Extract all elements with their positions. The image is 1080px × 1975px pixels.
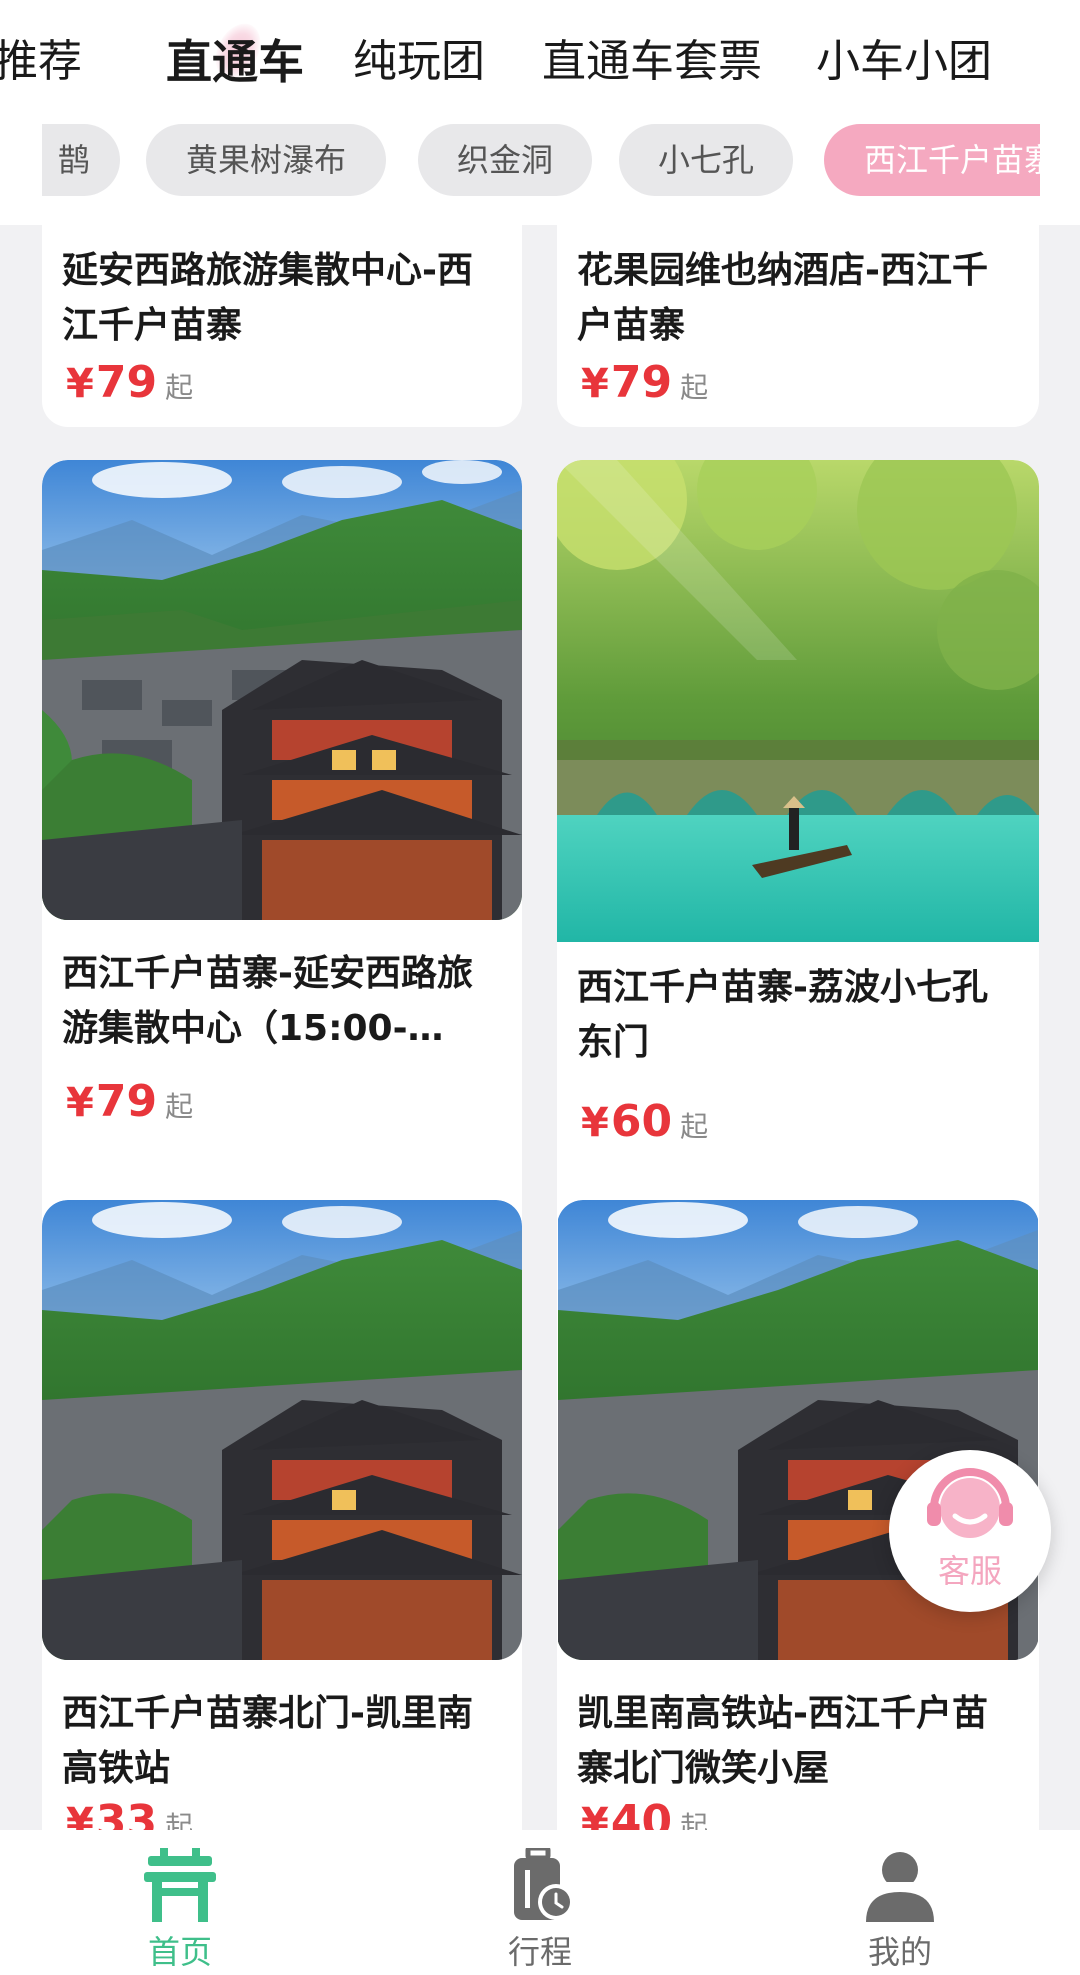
miao-village-photo — [42, 1200, 522, 1660]
price-currency: ¥ — [581, 1100, 609, 1146]
route-price: ¥33 起 — [66, 1796, 193, 1830]
route-photo — [42, 1200, 522, 1660]
price-currency: ¥ — [581, 1800, 609, 1830]
category-tabs: 推荐 直通车 纯玩团 直通车套票 小车小团 — [0, 22, 1080, 102]
route-title: 西江千户苗寨-荔波小七孔东门 — [577, 967, 988, 1063]
nav-profile[interactable]: 我的 — [800, 1848, 1000, 1973]
tab-recommend[interactable]: 推荐 — [0, 34, 82, 90]
top-nav-area: 推荐 直通车 纯玩团 直通车套票 小车小团 鹊 黄果树瀑布 织金洞 小七孔 西江… — [0, 0, 1080, 225]
route-photo — [42, 460, 522, 920]
price-currency: ¥ — [66, 1080, 94, 1126]
price-currency: ¥ — [66, 1800, 94, 1830]
price-value: 79 — [610, 357, 673, 408]
price-suffix: 起 — [165, 1810, 194, 1830]
price-value: 40 — [610, 1796, 673, 1830]
nav-itinerary-label: 行程 — [507, 1933, 572, 1971]
miao-village-photo — [42, 460, 522, 920]
tab-express-bus[interactable]: 直通车 — [166, 34, 304, 90]
route-card[interactable]: 延安西路旅游集散中心-西江千户苗寨 ¥79 起 — [42, 225, 522, 427]
route-title: 西江千户苗寨-延安西路旅游集散中心（15:00-16:… — [62, 953, 473, 1049]
route-title: 西江千户苗寨北门-凯里南高铁站 — [62, 1693, 473, 1789]
nav-home-label: 首页 — [147, 1933, 212, 1971]
chip-zhijindong[interactable]: 织金洞 — [418, 124, 592, 196]
luggage-clock-icon — [514, 1848, 574, 1920]
price-value: 60 — [610, 1096, 673, 1147]
route-price: ¥40 起 — [581, 1796, 708, 1830]
home-gate-icon — [144, 1848, 216, 1922]
price-suffix: 起 — [165, 1090, 194, 1123]
chip-xiaoqikong[interactable]: 小七孔 — [619, 124, 793, 196]
bottom-nav: 首页 行程 我的 — [0, 1830, 1080, 1975]
route-card[interactable]: 花果园维也纳酒店-西江千户苗寨 ¥79 起 — [557, 225, 1039, 427]
headset-icon — [927, 1468, 1013, 1538]
price-currency: ¥ — [66, 361, 94, 407]
price-suffix: 起 — [680, 1810, 709, 1830]
price-value: 33 — [95, 1796, 158, 1830]
destination-chips: 鹊 黄果树瀑布 织金洞 小七孔 西江千户苗寨 — [42, 122, 1040, 198]
route-price: ¥79 起 — [66, 357, 193, 408]
route-title: 延安西路旅游集散中心-西江千户苗寨 — [62, 250, 473, 346]
route-card[interactable]: 西江千户苗寨北门-凯里南高铁站 ¥33 起 — [42, 1200, 522, 1830]
price-value: 79 — [95, 1076, 158, 1127]
route-title: 花果园维也纳酒店-西江千户苗寨 — [577, 250, 988, 346]
customer-service-label: 客服 — [937, 1552, 1002, 1590]
price-suffix: 起 — [680, 371, 709, 404]
nav-profile-label: 我的 — [867, 1933, 932, 1971]
price-currency: ¥ — [581, 361, 609, 407]
customer-service-button[interactable]: 客服 — [889, 1450, 1051, 1612]
route-photo — [557, 460, 1039, 942]
user-icon — [866, 1852, 934, 1922]
route-title: 凯里南高铁站-西江千户苗寨北门微笑小屋 — [577, 1693, 988, 1789]
chip-huangguoshu[interactable]: 黄果树瀑布 — [146, 124, 386, 196]
tab-express-bus-package[interactable]: 直通车套票 — [542, 34, 762, 90]
tab-small-group[interactable]: 小车小团 — [816, 34, 992, 90]
route-price: ¥79 起 — [66, 1076, 193, 1127]
price-value: 79 — [95, 357, 158, 408]
price-suffix: 起 — [165, 371, 194, 404]
xiaoqikong-bridge-photo — [557, 460, 1039, 942]
nav-itinerary[interactable]: 行程 — [440, 1848, 640, 1973]
route-price: ¥79 起 — [581, 357, 708, 408]
tab-pure-tour[interactable]: 纯玩团 — [353, 34, 485, 90]
chip-xijiang-active[interactable]: 西江千户苗寨 — [824, 124, 1040, 196]
price-suffix: 起 — [680, 1110, 709, 1143]
nav-home[interactable]: 首页 — [80, 1848, 280, 1973]
chip-partial[interactable]: 鹊 — [42, 124, 120, 196]
route-price: ¥60 起 — [581, 1096, 708, 1147]
